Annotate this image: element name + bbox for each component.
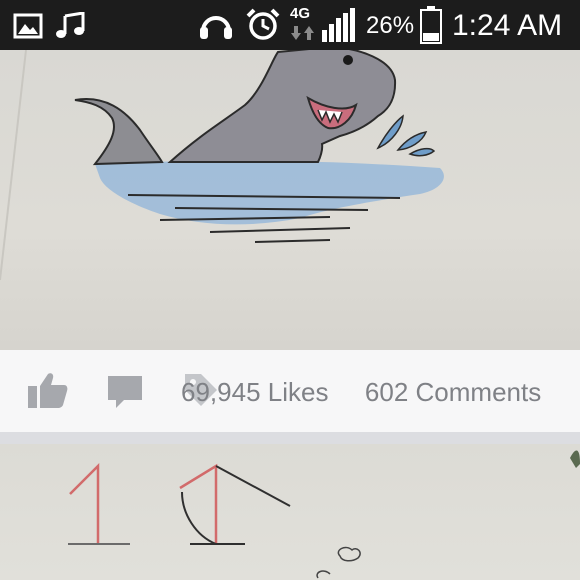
battery-icon: [420, 6, 442, 44]
like-icon[interactable]: [28, 372, 68, 408]
image-icon: [13, 13, 43, 39]
feed-divider: [0, 432, 580, 444]
signal-icon: [322, 8, 355, 42]
network-type-label: 4G: [290, 5, 311, 22]
shark-drawing: [0, 50, 444, 281]
comment-icon[interactable]: [106, 374, 144, 410]
network-arrows-icon: [291, 26, 314, 40]
alarm-icon: [246, 8, 280, 40]
battery-percent: 26%: [366, 12, 415, 39]
headphones-icon: [200, 16, 232, 39]
sketch-drawing: [68, 450, 580, 579]
likes-count[interactable]: 69,945 Likes: [181, 375, 328, 409]
post-image[interactable]: [0, 50, 580, 350]
status-bar: 4G 26% 1:24 AM: [0, 0, 580, 50]
clock: 1:24 AM: [452, 9, 563, 42]
music-icon: [56, 12, 85, 38]
comments-count[interactable]: 602 Comments: [365, 375, 541, 409]
next-post-image[interactable]: [0, 444, 580, 580]
post-stats: 69,945 Likes 602 Comments: [181, 375, 541, 409]
